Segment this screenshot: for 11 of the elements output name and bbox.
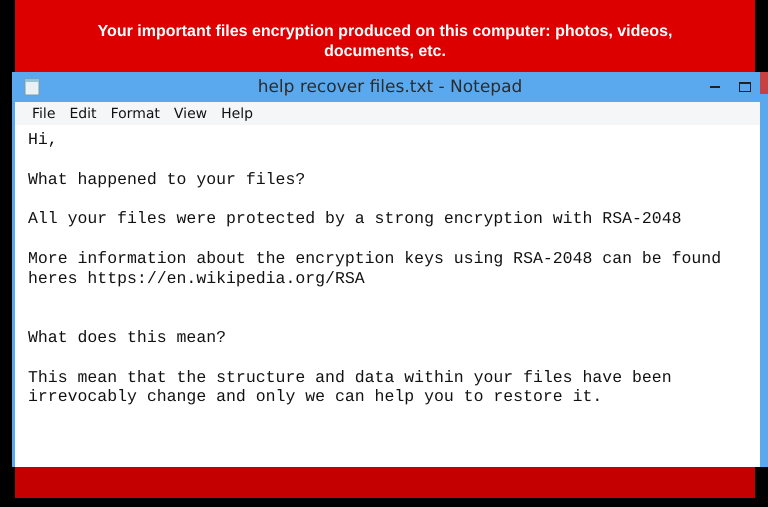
notepad-icon	[24, 78, 40, 96]
warning-message: Your important files encryption produced on this computer: photos, videos, documents, etc.	[96, 22, 674, 62]
menu-item[interactable]: Help	[214, 106, 260, 122]
minimize-icon	[710, 86, 720, 88]
menu-item[interactable]: File	[25, 106, 62, 122]
menu-item[interactable]: Format	[104, 106, 167, 122]
menu-item[interactable]: Edit	[62, 106, 104, 122]
window-title: help recover files.txt - Notepad	[256, 77, 524, 97]
document-text: Hi, What happened to your files? All your files were protected by a strong encryption with RSA-2048 More information about the encryption keys using RSA-2048 can be found heres https://en.wikipedia.org/RSA What does this mean? This mean that the structure and data within your files have been irrevocably change and only we can help you to restore it.	[28, 130, 722, 408]
maximize-icon	[739, 82, 751, 92]
menu-item[interactable]: View	[166, 106, 214, 122]
